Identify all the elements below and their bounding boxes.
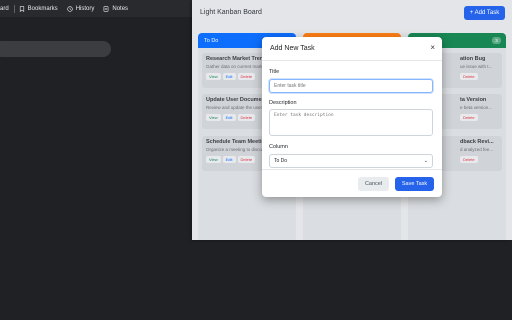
delete-button[interactable]: Delete	[460, 114, 478, 121]
side-panel	[0, 17, 192, 320]
view-button[interactable]: View	[206, 114, 221, 121]
side-panel-search-bar[interactable]	[0, 41, 111, 57]
delete-button[interactable]: Delete	[237, 73, 256, 80]
view-button[interactable]: View	[206, 73, 221, 80]
modal-title: Add New Task	[270, 45, 315, 52]
column-select[interactable]: To Do ⌄	[269, 154, 433, 168]
delete-button[interactable]: Delete	[237, 114, 256, 121]
column-title: To Do	[204, 37, 219, 44]
title-label: Title	[269, 69, 280, 75]
column-select-value: To Do	[274, 158, 288, 164]
bookmark-icon	[19, 5, 25, 12]
delete-button[interactable]: Delete	[237, 156, 256, 163]
description-label: Description	[269, 100, 297, 106]
add-task-modal: Add New Task × Title Description Column …	[262, 37, 442, 197]
add-task-button[interactable]: + Add Task	[464, 6, 505, 20]
delete-button[interactable]: Delete	[460, 73, 478, 80]
toolbar-item-history[interactable]: History	[66, 5, 95, 12]
toolbar-item-dashboard[interactable]: ard	[0, 6, 9, 12]
toolbar-item-label: Bookmarks	[27, 5, 58, 12]
history-icon	[66, 5, 73, 12]
toolbar-item-notes[interactable]: Notes	[103, 6, 128, 12]
column-label: Column	[269, 144, 288, 150]
chevron-down-icon: ⌄	[423, 158, 428, 164]
task-title-input[interactable]	[269, 79, 433, 93]
toolbar-item-label: History	[75, 5, 95, 12]
edit-button[interactable]: Edit	[222, 73, 236, 80]
save-task-button[interactable]: Save Task	[395, 177, 434, 191]
toolbar-item-label: Notes	[112, 5, 129, 12]
notes-icon	[103, 5, 109, 12]
modal-footer: Cancel Save Task	[262, 169, 442, 197]
delete-button[interactable]: Delete	[460, 156, 478, 163]
view-button[interactable]: View	[206, 156, 221, 163]
toolbar-item-bookmarks[interactable]: Bookmarks	[19, 6, 58, 12]
page-title: Light Kanban Board	[200, 9, 262, 16]
close-icon[interactable]: ×	[430, 43, 435, 52]
toolbar-divider	[13, 4, 15, 13]
edit-button[interactable]: Edit	[222, 114, 236, 121]
toolbar-item-label: ard	[0, 5, 9, 12]
modal-header: Add New Task ×	[262, 37, 442, 61]
cancel-button[interactable]: Cancel	[358, 177, 389, 191]
app-header: Light Kanban Board + Add Task	[192, 0, 512, 26]
task-description-input[interactable]	[269, 109, 433, 136]
column-count-badge: 3	[492, 37, 501, 44]
edit-button[interactable]: Edit	[222, 156, 236, 163]
